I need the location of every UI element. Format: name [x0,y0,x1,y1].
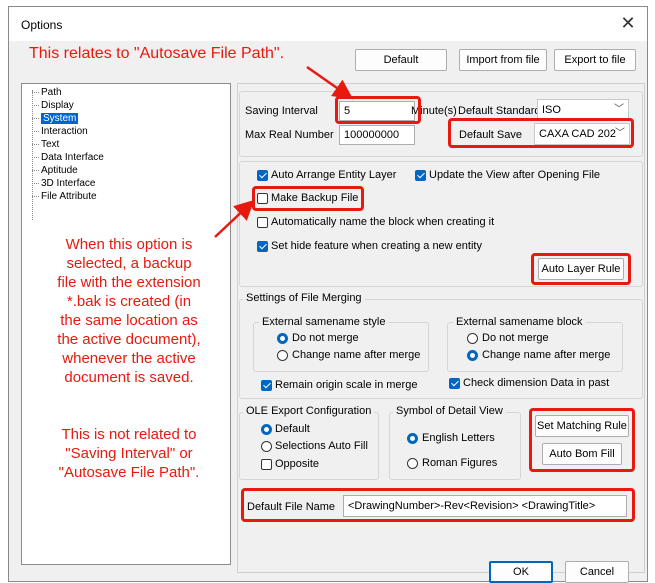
symbol-detail-view-group [389,412,521,480]
window-title: Options [21,18,63,32]
tree-item-path[interactable]: Path [32,86,62,99]
block-change-name-radio[interactable] [467,350,478,361]
check-dimension-checkbox[interactable] [449,378,460,389]
tree-item-aptitude[interactable]: Aptitude [32,164,78,177]
remain-scale-checkbox[interactable] [261,380,272,391]
hide-feature-checkbox[interactable] [257,241,268,252]
annotation-line: "Autosave File Path". [58,464,200,481]
tree-item-label: File Attribute [41,191,97,202]
tree-item-label: System [41,113,79,124]
annotation-line: whenever the active [62,350,196,367]
tree-item-data-interface[interactable]: Data Interface [32,151,104,164]
cancel-button[interactable]: Cancel [565,561,629,583]
english-letters-radio[interactable] [407,433,418,444]
samename-block-title: External samename block [453,316,586,328]
style-do-not-merge-radio[interactable] [277,333,288,344]
chevron-down-icon: ﹀ [615,128,625,139]
style-change-name-label: Change name after merge [292,349,421,361]
default-file-name-label: Default File Name [247,501,336,513]
annotation-line: *.bak is created (in [66,293,192,310]
minutes-label: Minute(s) [411,105,457,117]
ole-default-label: Default [275,423,310,435]
opposite-checkbox[interactable] [261,459,272,470]
block-change-name-label: Change name after merge [482,349,611,361]
samename-style-title: External samename style [259,316,389,328]
title-bar: Options ✕ [9,7,647,41]
annotation-line: the same location as [60,312,198,329]
remain-scale-label: Remain origin scale in merge [275,379,418,391]
saving-interval-input[interactable]: 5 [339,101,415,121]
ole-default-radio[interactable] [261,424,272,435]
ole-auto-fill-radio[interactable] [261,441,272,452]
options-dialog: Options ✕ This relates to "Autosave File… [8,6,648,583]
annotation-line: file with the extension [57,274,201,291]
symbol-detail-view-title: Symbol of Detail View [393,405,506,417]
hide-feature-label: Set hide feature when creating a new ent… [271,240,482,252]
roman-figures-radio[interactable] [407,458,418,469]
annotation-line: selected, a backup [66,255,192,272]
tree-item-3d-interface[interactable]: 3D Interface [32,177,95,190]
file-merging-title: Settings of File Merging [243,292,365,304]
max-real-number-input[interactable]: 100000000 [339,125,415,145]
default-button[interactable]: Default [355,49,447,71]
english-letters-label: English Letters [422,432,495,444]
default-standard-label: Default Standard [458,105,541,117]
annotation-top: This relates to "Autosave File Path". [29,45,285,62]
tree-item-text[interactable]: Text [32,138,59,151]
tree-item-label: Interaction [41,126,88,137]
tree-item-label: 3D Interface [41,178,96,189]
samename-style-group [253,322,429,372]
annotation-line: the active document), [57,331,201,348]
annotation-line: When this option is [65,236,193,253]
auto-bom-fill-button[interactable]: Auto Bom Fill [542,443,622,465]
default-standard-select[interactable]: ISO ﹀ [537,99,629,121]
tree-item-label: Path [41,87,62,98]
saving-interval-label: Saving Interval [245,105,318,117]
chevron-down-icon: ﹀ [614,104,624,115]
default-save-label: Default Save [459,129,522,141]
annotation-not-related: This is not related to "Saving Interval"… [29,425,229,482]
update-view-label: Update the View after Opening File [429,169,601,181]
tree-item-interaction[interactable]: Interaction [32,125,88,138]
annotation-line: This is not related to [61,426,197,443]
tree-item-label: Display [41,100,74,111]
auto-arrange-checkbox[interactable] [257,170,268,181]
tree-item-label: Aptitude [41,165,78,176]
ole-export-title: OLE Export Configuration [243,405,375,417]
check-dimension-label: Check dimension Data in past [463,377,610,389]
block-do-not-merge-label: Do not merge [482,332,549,344]
auto-arrange-label: Auto Arrange Entity Layer [271,169,397,181]
ole-auto-fill-label: Selections Auto Fill [275,440,368,452]
max-real-number-label: Max Real Number [245,129,334,141]
make-backup-label: Make Backup File [271,192,359,204]
samename-block-group [447,322,623,372]
default-save-value: CAXA CAD 202 [539,128,617,140]
block-do-not-merge-radio[interactable] [467,333,478,344]
close-icon[interactable]: ✕ [615,12,641,36]
default-standard-value: ISO [542,104,561,116]
roman-figures-label: Roman Figures [422,457,498,469]
tree-item-display[interactable]: Display [32,99,74,112]
annotation-line: "Saving Interval" or [65,445,193,462]
tree-item-label: Text [41,139,60,150]
ok-button[interactable]: OK [489,561,553,583]
annotation-line: document is saved. [64,369,194,386]
annotation-backup-explanation: When this option is selected, a backup f… [29,235,229,387]
style-change-name-radio[interactable] [277,350,288,361]
set-matching-rule-button[interactable]: Set Matching Rule [535,415,629,437]
auto-name-block-checkbox[interactable] [257,217,268,228]
default-file-name-input[interactable]: <DrawingNumber>-Rev<Revision> <DrawingTi… [343,495,627,517]
default-save-select[interactable]: CAXA CAD 202 ﹀ [534,123,630,145]
tree-item-file-attribute[interactable]: File Attribute [32,190,97,203]
import-from-file-button[interactable]: Import from file [459,49,547,71]
auto-name-block-label: Automatically name the block when creati… [271,216,495,228]
update-view-checkbox[interactable] [415,170,426,181]
tree-item-system[interactable]: System [32,112,79,125]
export-to-file-button[interactable]: Export to file [554,49,636,71]
make-backup-checkbox[interactable] [257,193,268,204]
tree-item-label: Data Interface [41,152,104,163]
style-do-not-merge-label: Do not merge [292,332,359,344]
opposite-label: Opposite [275,458,320,470]
auto-layer-rule-button[interactable]: Auto Layer Rule [538,258,624,280]
